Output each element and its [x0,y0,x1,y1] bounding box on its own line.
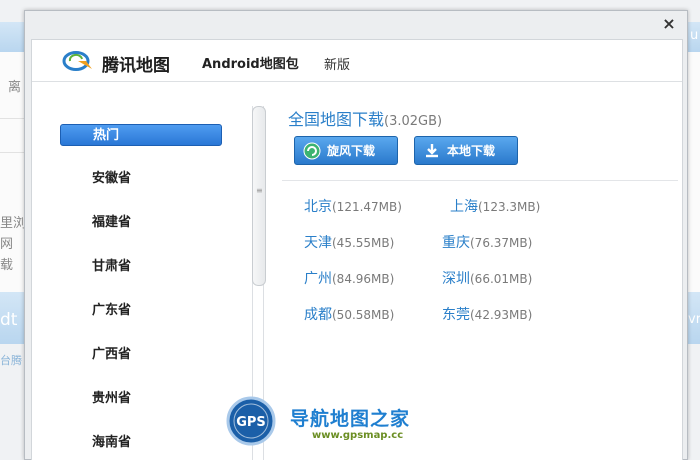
city-size: (50.58MB) [332,308,395,322]
gps-badge-text: GPS [236,415,266,430]
download-panel: 全国地图下载(3.02GB) 旋风下载 本地下载 北京(121.47MB) 上海… [282,106,682,323]
city-name: 成都 [304,307,332,323]
sidebar-item-guizhou[interactable]: 贵州省 [60,388,222,410]
city-link[interactable]: 东莞(42.93MB) [442,304,532,324]
city-name: 天津 [304,235,332,251]
local-download-label: 本地下载 [447,144,496,158]
watermark-title: 导航地图之家 [290,408,411,430]
whirlwind-icon [303,142,321,159]
city-size: (121.47MB) [332,200,402,214]
background-text: vr [688,312,700,327]
sidebar-item-hainan[interactable]: 海南省 [60,432,222,454]
package-title: Android地图包 [202,57,299,72]
background-link: 台腾 [0,354,22,367]
logo-text: 腾讯地图 [102,56,170,76]
sidebar-item-guangdong[interactable]: 广东省 [60,300,222,322]
city-size: (76.37MB) [470,236,533,250]
sidebar-item-fujian[interactable]: 福建省 [60,212,222,234]
background-text: dt [0,310,18,330]
background-divider [0,152,26,153]
city-size: (123.3MB) [478,200,541,214]
background-text: 网 [0,237,14,252]
sidebar-item-hot[interactable]: 热门 [60,124,222,146]
download-dialog: × 腾讯地图 Android地图包 新版 热门 安徽省 福建省 甘肃省 广东省 … [24,10,688,460]
background-text: 里浏 [0,216,27,231]
version-tag: 新版 [324,58,351,73]
background-divider [0,118,26,119]
province-sidebar: 热门 安徽省 福建省 甘肃省 广东省 广西省 贵州省 海南省 [60,124,222,460]
local-download-button[interactable]: 本地下载 [414,136,518,165]
city-name: 广州 [304,271,332,287]
city-link[interactable]: 北京(121.47MB) [304,196,402,216]
section-divider [282,180,678,181]
background-text: u [690,28,699,43]
scrollbar-thumb[interactable]: ≡ [252,106,266,286]
national-map-heading: 全国地图下载(3.02GB) [288,106,682,130]
dialog-content: 腾讯地图 Android地图包 新版 热门 安徽省 福建省 甘肃省 广东省 广西… [31,39,683,460]
city-size: (84.96MB) [332,272,395,286]
city-name: 上海 [450,199,478,215]
tencent-map-logo-icon [62,51,92,71]
city-name: 东莞 [442,307,470,323]
city-link[interactable]: 深圳(66.01MB) [442,268,532,288]
watermark-url: www.gpsmap.cc [312,430,404,441]
sidebar-item-anhui[interactable]: 安徽省 [60,168,222,190]
sidebar-item-gansu[interactable]: 甘肃省 [60,256,222,278]
gps-badge-icon: GPS [226,396,276,446]
grip-icon: ≡ [256,186,263,195]
national-map-title: 全国地图下载 [288,110,385,129]
city-link[interactable]: 天津(45.55MB) [304,232,394,252]
download-arrow-icon [426,143,438,157]
national-map-size: (3.02GB) [384,114,443,129]
city-size: (45.55MB) [332,236,395,250]
city-link[interactable]: 重庆(76.37MB) [442,232,532,252]
background-text: 离 [8,80,22,95]
city-link[interactable]: 广州(84.96MB) [304,268,394,288]
whirlwind-download-button[interactable]: 旋风下载 [294,136,398,165]
city-link[interactable]: 成都(50.58MB) [304,304,394,324]
city-size: (66.01MB) [470,272,533,286]
whirlwind-download-label: 旋风下载 [327,144,376,158]
close-button[interactable]: × [661,15,677,33]
city-size: (42.93MB) [470,308,533,322]
download-buttons: 旋风下载 本地下载 [294,136,674,166]
dialog-header: 腾讯地图 Android地图包 新版 [32,40,682,82]
city-link[interactable]: 上海(123.3MB) [450,196,540,216]
city-name: 深圳 [442,271,470,287]
city-name: 北京 [304,199,332,215]
background-text: 载 [0,258,14,273]
sidebar-item-guangxi[interactable]: 广西省 [60,344,222,366]
city-name: 重庆 [442,235,470,251]
